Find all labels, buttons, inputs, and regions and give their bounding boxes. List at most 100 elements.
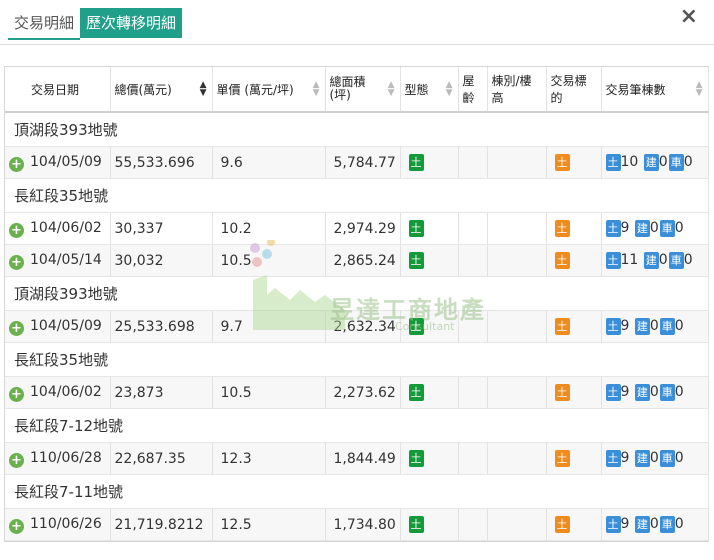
land-type-badge: 土 [408,516,424,533]
floor-cell [487,244,547,277]
type-cell: 土 [400,376,459,409]
expand-plus-icon[interactable]: + [9,156,24,172]
parking-count: 0 [674,318,684,334]
age-cell [458,212,488,245]
total-price-cell: 30,337 [110,212,213,245]
table-body: 頂湖段393地號 +104/05/09 55,533.696 9.6 5,784.77 土… [5,112,709,541]
group-header-row: 長紅段35地號 [5,342,709,377]
table-row[interactable]: +104/06/02 23,873 10.5 2,273.62 土土土 9 建0車0 [5,376,709,409]
table-row[interactable]: +110/06/28 22,687.35 12.3 1,844.49 土土土 9 建0車0 [5,442,709,475]
land-count-badge: 土 [605,220,621,237]
land-target-badge: 土 [554,154,570,171]
sort-icon[interactable]: ▲ ▼ [313,81,320,98]
col-header-age[interactable]: 屋齡 [458,67,488,113]
land-target-badge: 土 [554,252,570,269]
building-count: 0 [649,516,659,532]
parking-count-badge: 車 [668,154,684,171]
building-count-badge: 建 [634,384,650,401]
col-header-unit-price[interactable]: 單價 (萬元/坪) ▲ ▼ [212,67,326,113]
type-cell: 土 [400,442,459,475]
parking-count-badge: 車 [668,252,684,269]
col-header-date[interactable]: 交易日期 [5,67,111,113]
area-cell: 1,734.80 [325,508,401,541]
type-cell: 土 [400,508,459,541]
count-cell: 土9 建0車0 [601,442,709,475]
sort-icon[interactable]: ▲ ▼ [696,81,703,98]
date-value: 110/06/26 [30,515,102,532]
unit-price-cell: 9.7 [212,310,326,343]
group-header-row: 頂湖段393地號 [5,112,709,147]
land-count: 9 [620,450,630,466]
col-header-area[interactable]: 總面積 (坪) ▲ ▼ [325,67,401,113]
count-cell: 土9 建0車0 [601,508,709,541]
parking-count: 0 [674,220,684,236]
date-cell: +104/05/09 [5,146,111,179]
col-header-target[interactable]: 交易標的 [546,67,602,113]
target-cell: 土 [546,310,602,343]
table-row[interactable]: +104/05/14 30,032 10.5 2,865.24 土土土 11 建0車0 [5,244,709,277]
land-count-badge: 土 [605,154,621,171]
building-count: 0 [649,318,659,334]
land-type-badge: 土 [408,252,424,269]
date-cell: +110/06/28 [5,442,111,475]
tab-transfer-history[interactable]: 歷次轉移明細 [80,8,183,38]
type-cell: 土 [400,244,459,277]
count-cell: 土9 建0車0 [601,310,709,343]
land-count-badge: 土 [605,318,621,335]
divider [0,44,714,45]
col-header-type[interactable]: 型態 ▲ ▼ [400,67,459,113]
floor-cell [487,310,547,343]
tab-bar: 交易明細 歷次轉移明細 [8,8,183,40]
expand-plus-icon[interactable]: + [9,386,24,402]
table-row[interactable]: +110/06/26 21,719.8212 12.5 1,734.80 土土土 9 建0… [5,508,709,541]
area-cell: 2,974.29 [325,212,401,245]
land-count: 9 [620,516,630,532]
group-header-row: 長紅段7-11地號 [5,474,709,509]
date-value: 104/05/09 [30,153,102,170]
building-count: 0 [649,384,659,400]
table-row[interactable]: +104/06/02 30,337 10.2 2,974.29 土土土 9 建0車0 [5,212,709,245]
col-header-total-price[interactable]: 總價(萬元) ▲ ▼ [110,67,213,113]
unit-price-cell: 9.6 [212,146,326,179]
land-count-badge: 土 [605,516,621,533]
col-header-count[interactable]: 交易筆棟數 ▲ ▼ [601,67,709,113]
land-count: 9 [620,318,630,334]
floor-cell [487,146,547,179]
floor-cell [487,376,547,409]
table-row[interactable]: +104/05/09 55,533.696 9.6 5,784.77 土土土 10 建0車… [5,146,709,179]
land-type-badge: 土 [408,450,424,467]
land-count: 10 [620,154,639,170]
land-count-badge: 土 [605,384,621,401]
unit-price-cell: 10.2 [212,212,326,245]
expand-plus-icon[interactable]: + [9,222,24,238]
date-value: 104/05/09 [30,317,102,334]
date-cell: +110/06/26 [5,508,111,541]
group-title: 長紅段7-11地號 [5,474,709,509]
close-icon[interactable]: × [680,4,698,29]
land-type-badge: 土 [408,154,424,171]
expand-plus-icon[interactable]: + [9,518,24,534]
tab-transaction-details[interactable]: 交易明細 [8,8,81,40]
date-cell: +104/05/14 [5,244,111,277]
col-header-floor[interactable]: 棟別/樓高 [487,67,547,113]
area-cell: 2,273.62 [325,376,401,409]
parking-count-badge: 車 [659,516,675,533]
land-count-badge: 土 [605,450,621,467]
building-count-badge: 建 [634,516,650,533]
expand-plus-icon[interactable]: + [9,320,24,336]
expand-plus-icon[interactable]: + [9,254,24,270]
count-cell: 土 11 建0車0 [601,244,709,277]
building-count-badge: 建 [634,220,650,237]
type-cell: 土 [400,212,459,245]
total-price-cell: 21,719.8212 [110,508,213,541]
area-cell: 2,865.24 [325,244,401,277]
sort-desc-icon[interactable]: ▲ ▼ [200,81,207,98]
land-count: 9 [620,384,630,400]
unit-price-cell: 10.5 [212,376,326,409]
age-cell [458,244,488,277]
expand-plus-icon[interactable]: + [9,452,24,468]
total-price-cell: 23,873 [110,376,213,409]
land-type-badge: 土 [408,220,424,237]
sort-icon[interactable]: ▲ ▼ [388,81,395,98]
sort-icon[interactable]: ▲ ▼ [446,81,453,98]
